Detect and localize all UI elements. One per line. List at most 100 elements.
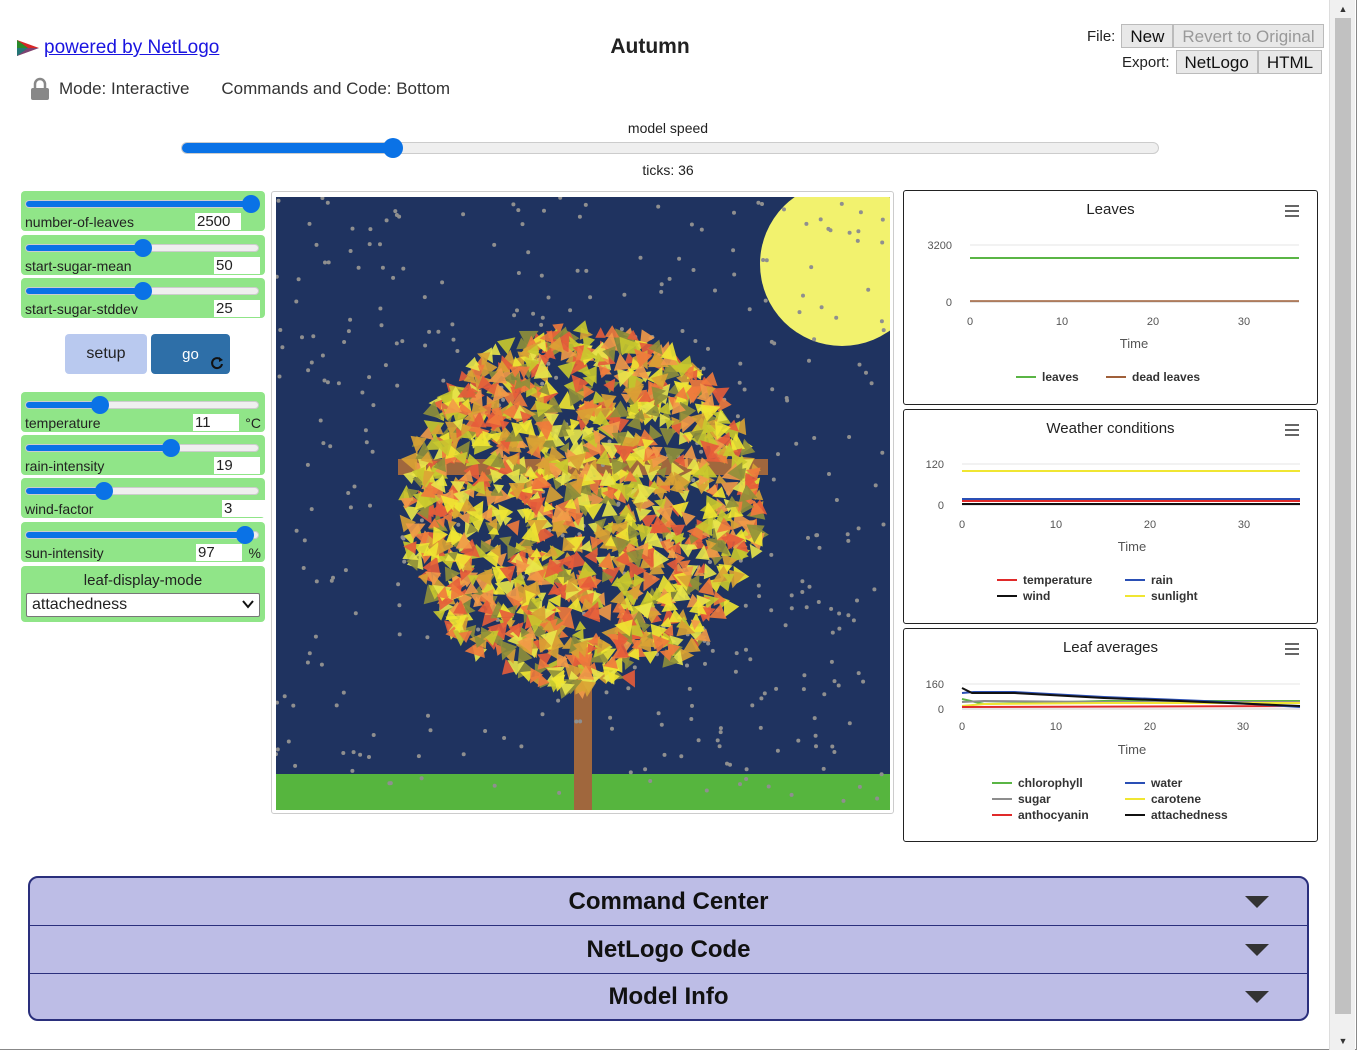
slider-track[interactable] [25, 195, 260, 213]
hamburger-menu-icon[interactable] [1285, 643, 1299, 655]
raindrop [394, 341, 399, 346]
raindrop [328, 444, 333, 449]
slider-value-input[interactable]: 19 [214, 457, 260, 474]
temperature-slider[interactable]: temperature 11 °C [21, 392, 265, 432]
slider-track[interactable] [25, 239, 259, 257]
slider-value-input[interactable]: 25 [214, 300, 260, 317]
lock-icon[interactable] [30, 77, 50, 101]
y-tick-label: 0 [938, 500, 944, 512]
slider-fill [26, 201, 251, 207]
go-button[interactable]: go [151, 334, 230, 374]
leaves-plot[interactable]: 3200 0 0 10 20 30 Time leaves dead leave… [903, 190, 1318, 405]
export-label: Export: [1122, 53, 1170, 71]
raindrop [801, 687, 806, 692]
tab-command-center[interactable]: Command Center [30, 878, 1307, 926]
wind-factor-slider[interactable]: wind-factor 3 [21, 478, 268, 518]
raindrop [383, 363, 388, 368]
x-tick-label: 0 [959, 721, 965, 733]
slider-thumb[interactable] [91, 396, 109, 414]
slider-value-input[interactable]: 2500 [195, 213, 241, 230]
raindrop [519, 744, 524, 749]
model-speed-slider[interactable] [181, 138, 1159, 158]
raindrop [300, 335, 304, 340]
slider-track[interactable] [25, 526, 259, 544]
raindrop [294, 299, 299, 304]
vertical-scrollbar[interactable]: ▲ ▼ [1329, 0, 1355, 1050]
raindrop [841, 798, 846, 803]
sun-intensity-slider[interactable]: sun-intensity 97% [21, 522, 265, 562]
slider-value-input[interactable]: 3 [222, 500, 268, 517]
x-tick-label: 30 [1237, 721, 1249, 733]
raindrop [758, 725, 763, 730]
raindrop [280, 345, 285, 350]
tab-model-info[interactable]: Model Info [30, 973, 1307, 1019]
revert-to-original-button[interactable]: Revert to Original [1173, 24, 1324, 48]
raindrop [511, 202, 516, 207]
setup-button[interactable]: setup [65, 334, 147, 374]
model-speed-thumb[interactable] [383, 138, 403, 158]
raindrop [748, 657, 753, 662]
raindrop [556, 698, 561, 703]
start-sugar-stddev-slider[interactable]: start-sugar-stddev 25 [21, 278, 265, 318]
raindrop [766, 784, 771, 789]
slider-thumb[interactable] [134, 239, 152, 257]
x-tick-label: 20 [1144, 519, 1156, 531]
slider-value-input[interactable]: 50 [214, 257, 260, 274]
file-menu: File: New Revert to Original [1087, 24, 1324, 48]
tab-netlogo-code[interactable]: NetLogo Code [30, 926, 1307, 974]
raindrop [881, 522, 886, 527]
leaf-display-mode-chooser[interactable]: leaf-display-mode attachedness [21, 566, 265, 622]
raindrop [756, 200, 761, 205]
raindrop [419, 776, 424, 781]
raindrop [832, 750, 837, 754]
raindrop [531, 311, 536, 316]
new-button[interactable]: New [1121, 24, 1174, 48]
hamburger-menu-icon[interactable] [1285, 424, 1299, 436]
leaf-averages-plot[interactable]: 160 0 0 10 20 30 Time chlorophyll water … [903, 628, 1318, 842]
raindrop [348, 249, 353, 253]
raindrop [314, 242, 319, 247]
raindrop [554, 375, 559, 380]
world-view-canvas[interactable] [276, 197, 890, 810]
export-netlogo-button[interactable]: NetLogo [1175, 50, 1258, 74]
rain-intensity-slider[interactable]: rain-intensity 19 [21, 435, 265, 475]
scroll-down-arrow-icon[interactable]: ▼ [1330, 1032, 1356, 1050]
slider-track[interactable] [25, 439, 259, 457]
raindrop [356, 265, 361, 270]
scroll-up-arrow-icon[interactable]: ▲ [1330, 0, 1356, 18]
raindrop [575, 268, 580, 273]
raindrop [539, 273, 544, 278]
raindrop [750, 703, 755, 708]
start-sugar-mean-slider[interactable]: start-sugar-mean 50 [21, 235, 265, 275]
raindrop [769, 552, 774, 557]
world-view[interactable] [271, 191, 894, 814]
weather-conditions-plot[interactable]: 120 0 0 10 20 30 Time temperature rain w… [903, 409, 1318, 624]
raindrop [293, 763, 298, 768]
slider-track[interactable] [25, 482, 259, 500]
hamburger-menu-icon[interactable] [1285, 205, 1299, 217]
slider-value-input[interactable]: 11 [193, 414, 239, 431]
raindrop [313, 634, 318, 639]
netlogo-logo[interactable]: powered by NetLogo [16, 37, 219, 59]
slider-track[interactable] [25, 396, 259, 414]
leaf-display-mode-select[interactable]: attachedness [26, 593, 260, 617]
slider-thumb[interactable] [134, 282, 152, 300]
raindrop [731, 248, 736, 253]
slider-thumb[interactable] [162, 439, 180, 457]
number-of-leaves-slider[interactable]: number-of-leaves 2500 [21, 191, 265, 231]
slider-thumb[interactable] [95, 482, 113, 500]
raindrop [762, 691, 767, 696]
raindrop [689, 222, 694, 227]
commands-code-position[interactable]: Commands and Code: Bottom [221, 79, 450, 99]
raindrop [789, 792, 794, 797]
slider-track[interactable] [25, 282, 259, 300]
powered-by-netlogo-link[interactable]: powered by NetLogo [44, 37, 219, 59]
slider-thumb[interactable] [242, 195, 260, 213]
weather-plot-canvas: 120 0 0 10 20 30 Time temperature rain w… [926, 459, 1300, 603]
raindrop [367, 755, 371, 759]
export-html-button[interactable]: HTML [1257, 50, 1323, 74]
scrollbar-thumb[interactable] [1335, 18, 1351, 1014]
slider-thumb[interactable] [236, 526, 254, 544]
slider-value-input[interactable]: 97 [196, 544, 242, 561]
raindrop [789, 606, 794, 611]
